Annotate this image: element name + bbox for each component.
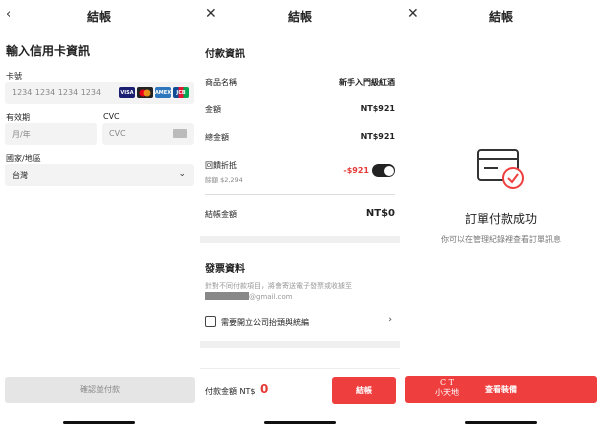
invoice-email: @gmail.com bbox=[205, 292, 395, 303]
page-title: 結帳 bbox=[287, 10, 312, 24]
pay-amount-value: 0 bbox=[260, 382, 269, 396]
section-gap bbox=[200, 341, 400, 348]
bottom-bar: 付款金額 NT$ 0 結帳 bbox=[200, 368, 400, 408]
amount-value: NT$921 bbox=[360, 104, 395, 113]
payment-section-title: 付款資訊 bbox=[205, 49, 245, 60]
cvc-label: CVC bbox=[103, 112, 120, 121]
watermark-line2: 小天地 bbox=[435, 388, 459, 397]
invoice-note: 針對不同付款項目，將會寄送電子發票或收據至 @gmail.com bbox=[205, 281, 395, 303]
payment-summary-screen: ✕ 結帳 付款資訊 商品名稱 新手入門級紅酒 金額 NT$921 總金額 NT$… bbox=[200, 0, 400, 429]
divider bbox=[205, 194, 395, 195]
country-select[interactable]: 台灣 ⌄ bbox=[5, 164, 194, 186]
country-value: 台灣 bbox=[12, 171, 28, 180]
expiry-placeholder: 月/年 bbox=[12, 130, 31, 139]
card-entry-screen: ‹ 結帳 輸入信用卡資訊 卡號 1234 1234 1234 1234 VISA… bbox=[0, 0, 198, 429]
product-value: 新手入門級紅酒 bbox=[339, 78, 395, 87]
view-gear-button[interactable]: C T 小天地 查看裝備 bbox=[405, 376, 597, 403]
page-title: 結帳 bbox=[86, 10, 111, 24]
total-label: 總金額 bbox=[205, 133, 229, 142]
chevron-down-icon: ⌄ bbox=[178, 169, 186, 179]
checkout-label: 結帳金額 bbox=[205, 210, 237, 219]
watermark-line1: C T bbox=[440, 378, 454, 387]
payment-success-screen: ✕ 結帳 訂單付款成功 你可以在管理紀錄裡查看訂單訊息 C T 小天地 查看裝備 bbox=[402, 0, 600, 429]
product-row: 商品名稱 新手入門級紅酒 bbox=[205, 77, 395, 89]
invoice-note-text: 針對不同付款項目，將會寄送電子發票或收據至 bbox=[205, 282, 352, 290]
amex-icon: AMEX bbox=[155, 87, 171, 98]
checkout-button[interactable]: 結帳 bbox=[332, 377, 396, 404]
redacted-email bbox=[205, 292, 249, 300]
rebate-label: 回饋折抵 bbox=[205, 161, 237, 170]
amount-row: 金額 NT$921 bbox=[205, 104, 395, 116]
payment-success-icon bbox=[477, 149, 524, 189]
amount-label: 金額 bbox=[205, 105, 221, 114]
checkout-value: NT$0 bbox=[365, 208, 395, 219]
company-checkbox[interactable] bbox=[205, 316, 216, 327]
jcb-icon: JCB bbox=[173, 87, 189, 98]
invoice-section-title: 發票資料 bbox=[205, 264, 245, 275]
rebate-toggle[interactable] bbox=[372, 164, 395, 177]
company-checkbox-label[interactable]: 需要開立公司抬頭與統編 bbox=[221, 317, 309, 328]
rebate-value: -$921 bbox=[343, 166, 369, 175]
confirm-pay-button[interactable]: 確認並付款 bbox=[5, 377, 195, 403]
cvc-placeholder: CVC bbox=[109, 129, 126, 138]
product-label: 商品名稱 bbox=[205, 78, 237, 87]
total-value: NT$921 bbox=[360, 132, 395, 141]
header: ✕ 結帳 bbox=[200, 0, 400, 32]
home-indicator bbox=[264, 421, 336, 424]
home-indicator bbox=[63, 421, 135, 424]
header: ✕ 結帳 bbox=[402, 0, 600, 32]
visa-icon: VISA bbox=[119, 87, 135, 98]
chevron-right-icon[interactable]: › bbox=[388, 315, 392, 325]
checkout-row: 結帳金額 NT$0 bbox=[205, 208, 395, 223]
view-gear-label: 查看裝備 bbox=[485, 385, 517, 394]
toggle-knob bbox=[383, 165, 394, 176]
expiry-input[interactable]: 月/年 bbox=[5, 123, 97, 145]
country-label: 國家/地區 bbox=[6, 154, 41, 163]
success-title: 訂單付款成功 bbox=[464, 212, 537, 226]
email-suffix: @gmail.com bbox=[249, 293, 293, 301]
pay-amount-label: 付款金額 NT$ bbox=[205, 387, 256, 396]
success-subtitle: 你可以在管理紀錄裡查看訂單訊息 bbox=[441, 235, 561, 244]
card-number-label: 卡號 bbox=[6, 72, 22, 81]
mastercard-icon bbox=[137, 87, 153, 98]
section-gap bbox=[200, 236, 400, 243]
home-indicator bbox=[465, 421, 537, 424]
card-number-placeholder: 1234 1234 1234 1234 bbox=[12, 88, 102, 97]
card-brands: VISA AMEX JCB bbox=[119, 87, 189, 98]
card-heading: 輸入信用卡資訊 bbox=[6, 44, 91, 58]
rebate-balance: 餘額 $2,294 bbox=[205, 176, 243, 184]
cvc-card-icon bbox=[173, 129, 187, 138]
total-row: 總金額 NT$921 bbox=[205, 132, 395, 144]
header: ‹ 結帳 bbox=[0, 0, 198, 32]
page-title: 結帳 bbox=[488, 10, 513, 24]
expiry-label: 有效期 bbox=[6, 113, 30, 122]
card-number-input[interactable]: 1234 1234 1234 1234 VISA AMEX JCB bbox=[5, 82, 194, 104]
watermark: C T 小天地 bbox=[435, 378, 459, 398]
cvc-input[interactable]: CVC bbox=[102, 123, 194, 145]
